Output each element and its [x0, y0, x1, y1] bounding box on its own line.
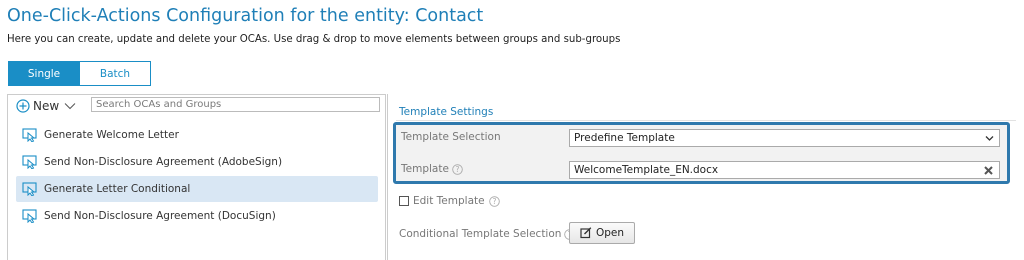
edit-template-row: Edit Template ?	[399, 195, 500, 207]
heading-divider	[396, 120, 1016, 121]
new-button-label: New	[33, 99, 60, 113]
batch-mode-button[interactable]: Batch	[79, 62, 150, 85]
edit-open-icon	[580, 227, 592, 239]
conditional-template-label: Conditional Template Selection	[399, 228, 562, 240]
single-mode-button[interactable]: Single	[9, 62, 79, 85]
edit-template-checkbox[interactable]	[399, 196, 409, 206]
cursor-click-icon	[22, 128, 37, 142]
chevron-down-icon[interactable]	[64, 102, 76, 110]
open-button[interactable]: Open	[569, 222, 635, 244]
oca-tree-panel: New Generate Welcome Letter Send Non-Dis…	[7, 94, 386, 260]
template-selection-label: Template Selection	[401, 131, 501, 143]
new-button[interactable]: New	[16, 99, 76, 113]
chevron-down-icon	[985, 136, 994, 141]
svg-text:?: ?	[492, 197, 496, 206]
oca-item-generate-letter-conditional[interactable]: Generate Letter Conditional	[16, 176, 378, 202]
oca-item-label: Generate Welcome Letter	[44, 129, 179, 141]
template-selection-value: Predefine Template	[574, 132, 675, 144]
oca-item-send-nda-adobesign[interactable]: Send Non-Disclosure Agreement (AdobeSign…	[16, 149, 378, 175]
oca-list: Generate Welcome Letter Send Non-Disclos…	[16, 122, 378, 230]
template-settings-panel: Template Settings Template Selection Pre…	[387, 94, 1024, 260]
section-heading: Template Settings	[399, 106, 494, 118]
page-title: One-Click-Actions Configuration for the …	[7, 6, 484, 26]
template-selection-select[interactable]: Predefine Template	[569, 129, 1000, 147]
search-input[interactable]	[91, 97, 380, 112]
oca-item-generate-welcome-letter[interactable]: Generate Welcome Letter	[16, 122, 378, 148]
close-x-icon[interactable]	[983, 165, 994, 176]
mode-toggle: Single Batch	[8, 61, 151, 86]
cursor-click-icon	[22, 155, 37, 169]
cursor-click-icon	[22, 182, 37, 196]
template-value: WelcomeTemplate_EN.docx	[574, 164, 719, 176]
conditional-template-row: Conditional Template Selection ?	[399, 228, 576, 240]
template-label: Template	[401, 163, 449, 175]
question-circle-icon[interactable]: ?	[452, 163, 463, 175]
svg-text:?: ?	[455, 165, 459, 174]
open-button-label: Open	[595, 227, 625, 239]
oca-item-label: Send Non-Disclosure Agreement (AdobeSign…	[44, 156, 283, 168]
oca-toolbar: New	[16, 97, 76, 115]
oca-item-label: Generate Letter Conditional	[44, 183, 191, 195]
template-field[interactable]: WelcomeTemplate_EN.docx	[569, 161, 1000, 179]
template-fields-highlight: Template Selection Predefine Template Te…	[393, 122, 1010, 184]
page-subtitle: Here you can create, update and delete y…	[7, 34, 621, 45]
cursor-click-icon	[22, 209, 37, 223]
edit-template-label: Edit Template	[413, 195, 485, 207]
template-label-group: Template ?	[401, 163, 463, 175]
oca-item-send-nda-docusign[interactable]: Send Non-Disclosure Agreement (DocuSign)	[16, 203, 378, 229]
oca-item-label: Send Non-Disclosure Agreement (DocuSign)	[44, 210, 276, 222]
question-circle-icon[interactable]: ?	[488, 195, 500, 207]
plus-circle-icon	[16, 99, 30, 113]
